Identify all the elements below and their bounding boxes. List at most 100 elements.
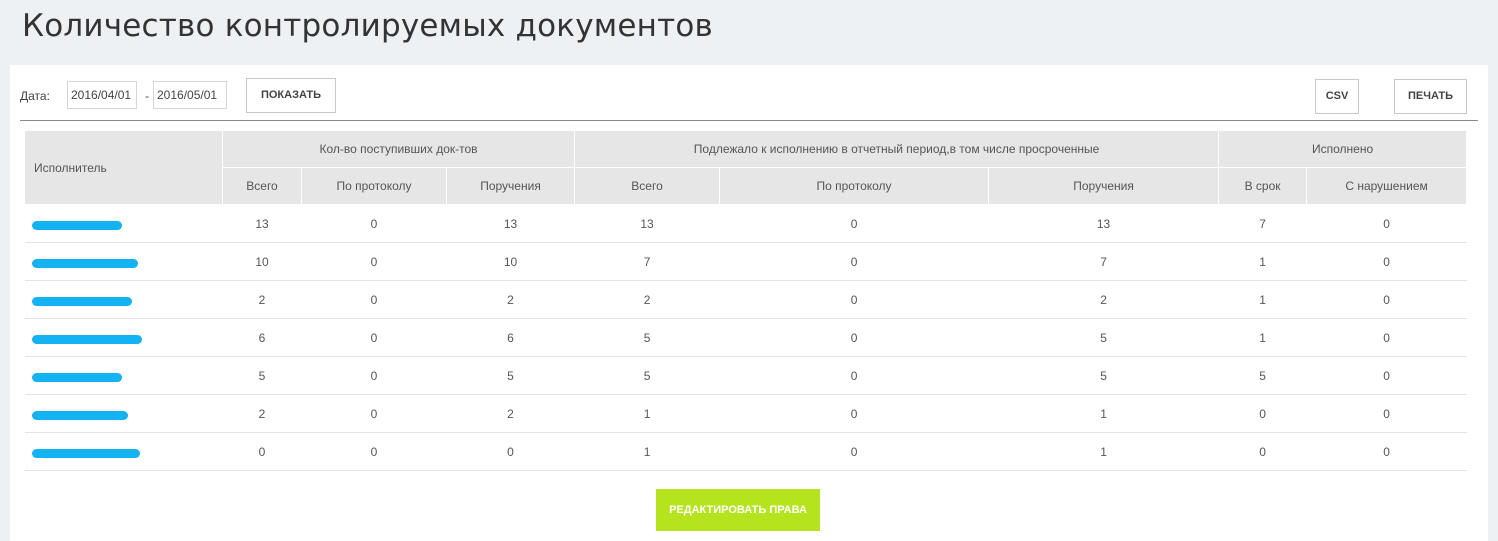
cell-received-total: 5 (222, 356, 302, 395)
edit-rights-button[interactable]: РЕДАКТИРОВАТЬ ПРАВА (656, 489, 820, 531)
executor-name[interactable] (24, 432, 223, 471)
table-row: 10 0 10 7 0 7 1 0 (24, 242, 1467, 281)
cell-received-protocol: 0 (301, 432, 447, 471)
redaction-mark (31, 449, 140, 458)
cell-received-protocol: 0 (301, 280, 447, 319)
cell-received-protocol: 0 (301, 204, 447, 243)
report-panel: Дата: - ПОКАЗАТЬ CSV ПЕЧАТЬ Исполнитель … (10, 65, 1488, 541)
cell-received-orders: 0 (446, 432, 575, 471)
csv-button[interactable]: CSV (1315, 79, 1359, 114)
cell-executed-on-time: 1 (1218, 280, 1307, 319)
table-row: 6 0 6 5 0 5 1 0 (24, 318, 1467, 357)
executor-name[interactable] (24, 318, 223, 357)
cell-due-orders: 5 (988, 318, 1219, 357)
cell-received-orders: 2 (446, 394, 575, 433)
table-row: 5 0 5 5 0 5 5 0 (24, 356, 1467, 395)
redaction-mark (31, 297, 132, 306)
cell-executed-on-time: 0 (1218, 432, 1307, 471)
executor-name[interactable] (24, 356, 223, 395)
executor-name[interactable] (24, 242, 223, 281)
cell-received-total: 6 (222, 318, 302, 357)
cell-executed-violation: 0 (1306, 394, 1467, 433)
subheader-received-orders: Поручения (445, 167, 576, 205)
cell-executed-violation: 0 (1306, 204, 1467, 243)
cell-due-protocol: 0 (719, 242, 989, 281)
cell-received-total: 0 (222, 432, 302, 471)
table-row: 0 0 0 1 0 1 0 0 (24, 432, 1467, 471)
group-header-received: Кол-во поступивших док-тов (221, 130, 576, 168)
cell-executed-violation: 0 (1306, 318, 1467, 357)
date-separator: - (145, 89, 149, 103)
cell-received-orders: 10 (446, 242, 575, 281)
cell-executed-on-time: 0 (1218, 394, 1307, 433)
cell-due-protocol: 0 (719, 394, 989, 433)
subheader-executed-violation: С нарушением (1306, 167, 1468, 205)
cell-executed-violation: 0 (1306, 432, 1467, 471)
cell-received-orders: 2 (446, 280, 575, 319)
report-table: Исполнитель Кол-во поступивших док-тов П… (24, 130, 1468, 471)
cell-received-total: 2 (222, 394, 302, 433)
cell-executed-violation: 0 (1306, 242, 1467, 281)
cell-due-total: 7 (574, 242, 720, 281)
cell-due-protocol: 0 (719, 204, 989, 243)
executor-name[interactable] (24, 394, 223, 433)
cell-due-total: 1 (574, 394, 720, 433)
cell-due-orders: 1 (988, 432, 1219, 471)
date-label: Дата: (20, 89, 50, 103)
cell-received-protocol: 0 (301, 318, 447, 357)
cell-executed-on-time: 1 (1218, 318, 1307, 357)
date-to-input[interactable] (153, 81, 227, 109)
cell-executed-on-time: 5 (1218, 356, 1307, 395)
redaction-mark (31, 411, 128, 420)
subheader-received-total: Всего (222, 167, 302, 205)
cell-due-orders: 7 (988, 242, 1219, 281)
cell-received-total: 2 (222, 280, 302, 319)
cell-due-protocol: 0 (719, 356, 989, 395)
redaction-mark (31, 373, 122, 382)
table-row: 13 0 13 13 0 13 7 0 (24, 204, 1467, 243)
cell-received-protocol: 0 (301, 394, 447, 433)
cell-executed-violation: 0 (1306, 280, 1467, 319)
cell-due-orders: 2 (988, 280, 1219, 319)
cell-executed-on-time: 7 (1218, 204, 1307, 243)
subheader-due-orders: Поручения (988, 167, 1220, 205)
cell-due-protocol: 0 (719, 432, 989, 471)
subheader-received-protocol: По протоколу (301, 167, 447, 205)
cell-due-protocol: 0 (719, 318, 989, 357)
executor-name[interactable] (24, 204, 223, 243)
subheader-due-total: Всего (574, 167, 721, 205)
cell-received-orders: 13 (446, 204, 575, 243)
page-title: Количество контролируемых документов (22, 8, 713, 44)
toolbar: Дата: - ПОКАЗАТЬ CSV ПЕЧАТЬ (20, 78, 1478, 121)
show-button[interactable]: ПОКАЗАТЬ (246, 78, 336, 113)
cell-received-orders: 6 (446, 318, 575, 357)
cell-due-total: 2 (574, 280, 720, 319)
cell-received-protocol: 0 (301, 356, 447, 395)
cell-due-orders: 1 (988, 394, 1219, 433)
executor-header: Исполнитель (24, 130, 223, 205)
redaction-mark (31, 221, 122, 230)
cell-received-total: 13 (222, 204, 302, 243)
cell-due-orders: 13 (988, 204, 1219, 243)
cell-due-total: 5 (574, 318, 720, 357)
cell-received-protocol: 0 (301, 242, 447, 281)
cell-due-total: 13 (574, 204, 720, 243)
cell-due-orders: 5 (988, 356, 1219, 395)
date-from-input[interactable] (67, 81, 137, 109)
cell-received-total: 10 (222, 242, 302, 281)
cell-due-total: 1 (574, 432, 720, 471)
redaction-mark (31, 335, 142, 344)
subheader-due-protocol: По протоколу (719, 167, 990, 205)
group-header-executed: Исполнено (1218, 130, 1468, 168)
cell-due-protocol: 0 (719, 280, 989, 319)
table-row: 2 0 2 2 0 2 1 0 (24, 280, 1467, 319)
table-row: 2 0 2 1 0 1 0 0 (24, 394, 1467, 433)
cell-due-total: 5 (574, 356, 720, 395)
cell-received-orders: 5 (446, 356, 575, 395)
executor-name[interactable] (24, 280, 223, 319)
cell-executed-violation: 0 (1306, 356, 1467, 395)
subheader-executed-on-time: В срок (1218, 167, 1308, 205)
cell-executed-on-time: 1 (1218, 242, 1307, 281)
group-header-due: Подлежало к исполнению в отчетный период… (574, 130, 1220, 168)
print-button[interactable]: ПЕЧАТЬ (1394, 79, 1467, 114)
